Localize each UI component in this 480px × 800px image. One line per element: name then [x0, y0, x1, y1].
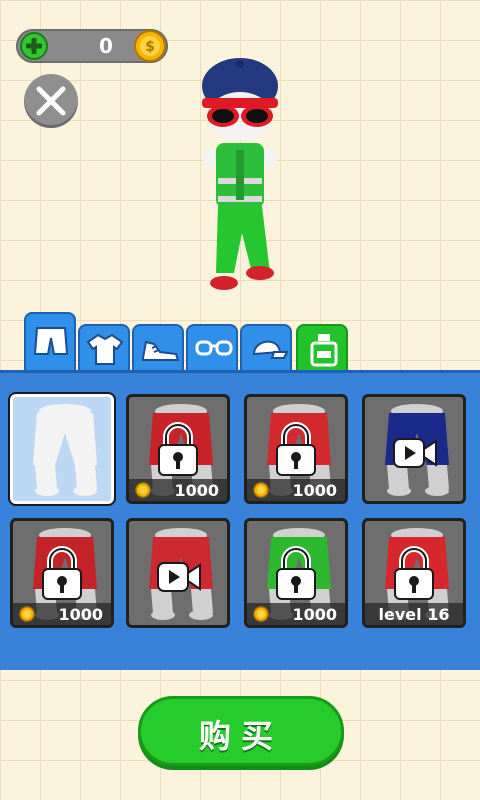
cap-icon [252, 340, 288, 359]
lock-icon [394, 546, 434, 600]
item-card[interactable] [362, 394, 466, 504]
perfume-icon [310, 334, 338, 367]
item-card[interactable]: level 16 [362, 518, 466, 628]
glasses-icon [195, 340, 233, 356]
price-bar: 1000 [247, 603, 345, 625]
item-price: 1000 [292, 605, 337, 624]
buy-button-label: 购买 [198, 717, 283, 755]
coin-icon: $ [134, 30, 166, 62]
add-coins-button[interactable] [20, 32, 48, 60]
item-price: 1000 [292, 481, 337, 500]
video-icon [157, 562, 201, 592]
item-card[interactable]: 1000 [126, 394, 230, 504]
pants-preview [33, 404, 97, 496]
shoe-icon [142, 340, 180, 361]
tab-hats[interactable] [240, 324, 292, 372]
coin-icon [135, 482, 151, 498]
price-bar: level 16 [365, 603, 463, 625]
buy-button[interactable]: 购买 [138, 696, 344, 766]
coin-counter: 0 $ [16, 29, 168, 63]
plus-icon [26, 38, 42, 54]
item-price: 1000 [174, 481, 219, 500]
item-card[interactable]: 1000 [244, 518, 348, 628]
shirt-icon [86, 333, 124, 365]
item-card[interactable] [10, 394, 114, 504]
shorts-icon [33, 327, 69, 355]
tab-shoes[interactable] [132, 324, 184, 372]
item-card[interactable]: 1000 [244, 394, 348, 504]
tab-glasses[interactable] [186, 324, 238, 372]
video-icon [393, 438, 437, 468]
character-preview [202, 58, 278, 290]
tab-perfume[interactable] [296, 324, 348, 372]
tab-shorts[interactable] [24, 312, 76, 372]
item-price: level 16 [378, 605, 450, 624]
coin-icon [253, 606, 269, 622]
price-bar: 1000 [13, 603, 111, 625]
lock-icon [276, 546, 316, 600]
price-bar: 1000 [247, 479, 345, 501]
svg-text:$: $ [145, 39, 155, 55]
coin-icon [253, 482, 269, 498]
item-card[interactable] [126, 518, 230, 628]
price-bar: 1000 [129, 479, 227, 501]
lock-icon [42, 546, 82, 600]
lock-icon [158, 422, 198, 476]
close-button[interactable] [24, 74, 78, 128]
item-price: 1000 [58, 605, 103, 624]
lock-icon [276, 422, 316, 476]
item-card[interactable]: 1000 [10, 518, 114, 628]
tab-shirts[interactable] [78, 324, 130, 372]
coin-icon [19, 606, 35, 622]
close-icon [36, 86, 66, 116]
